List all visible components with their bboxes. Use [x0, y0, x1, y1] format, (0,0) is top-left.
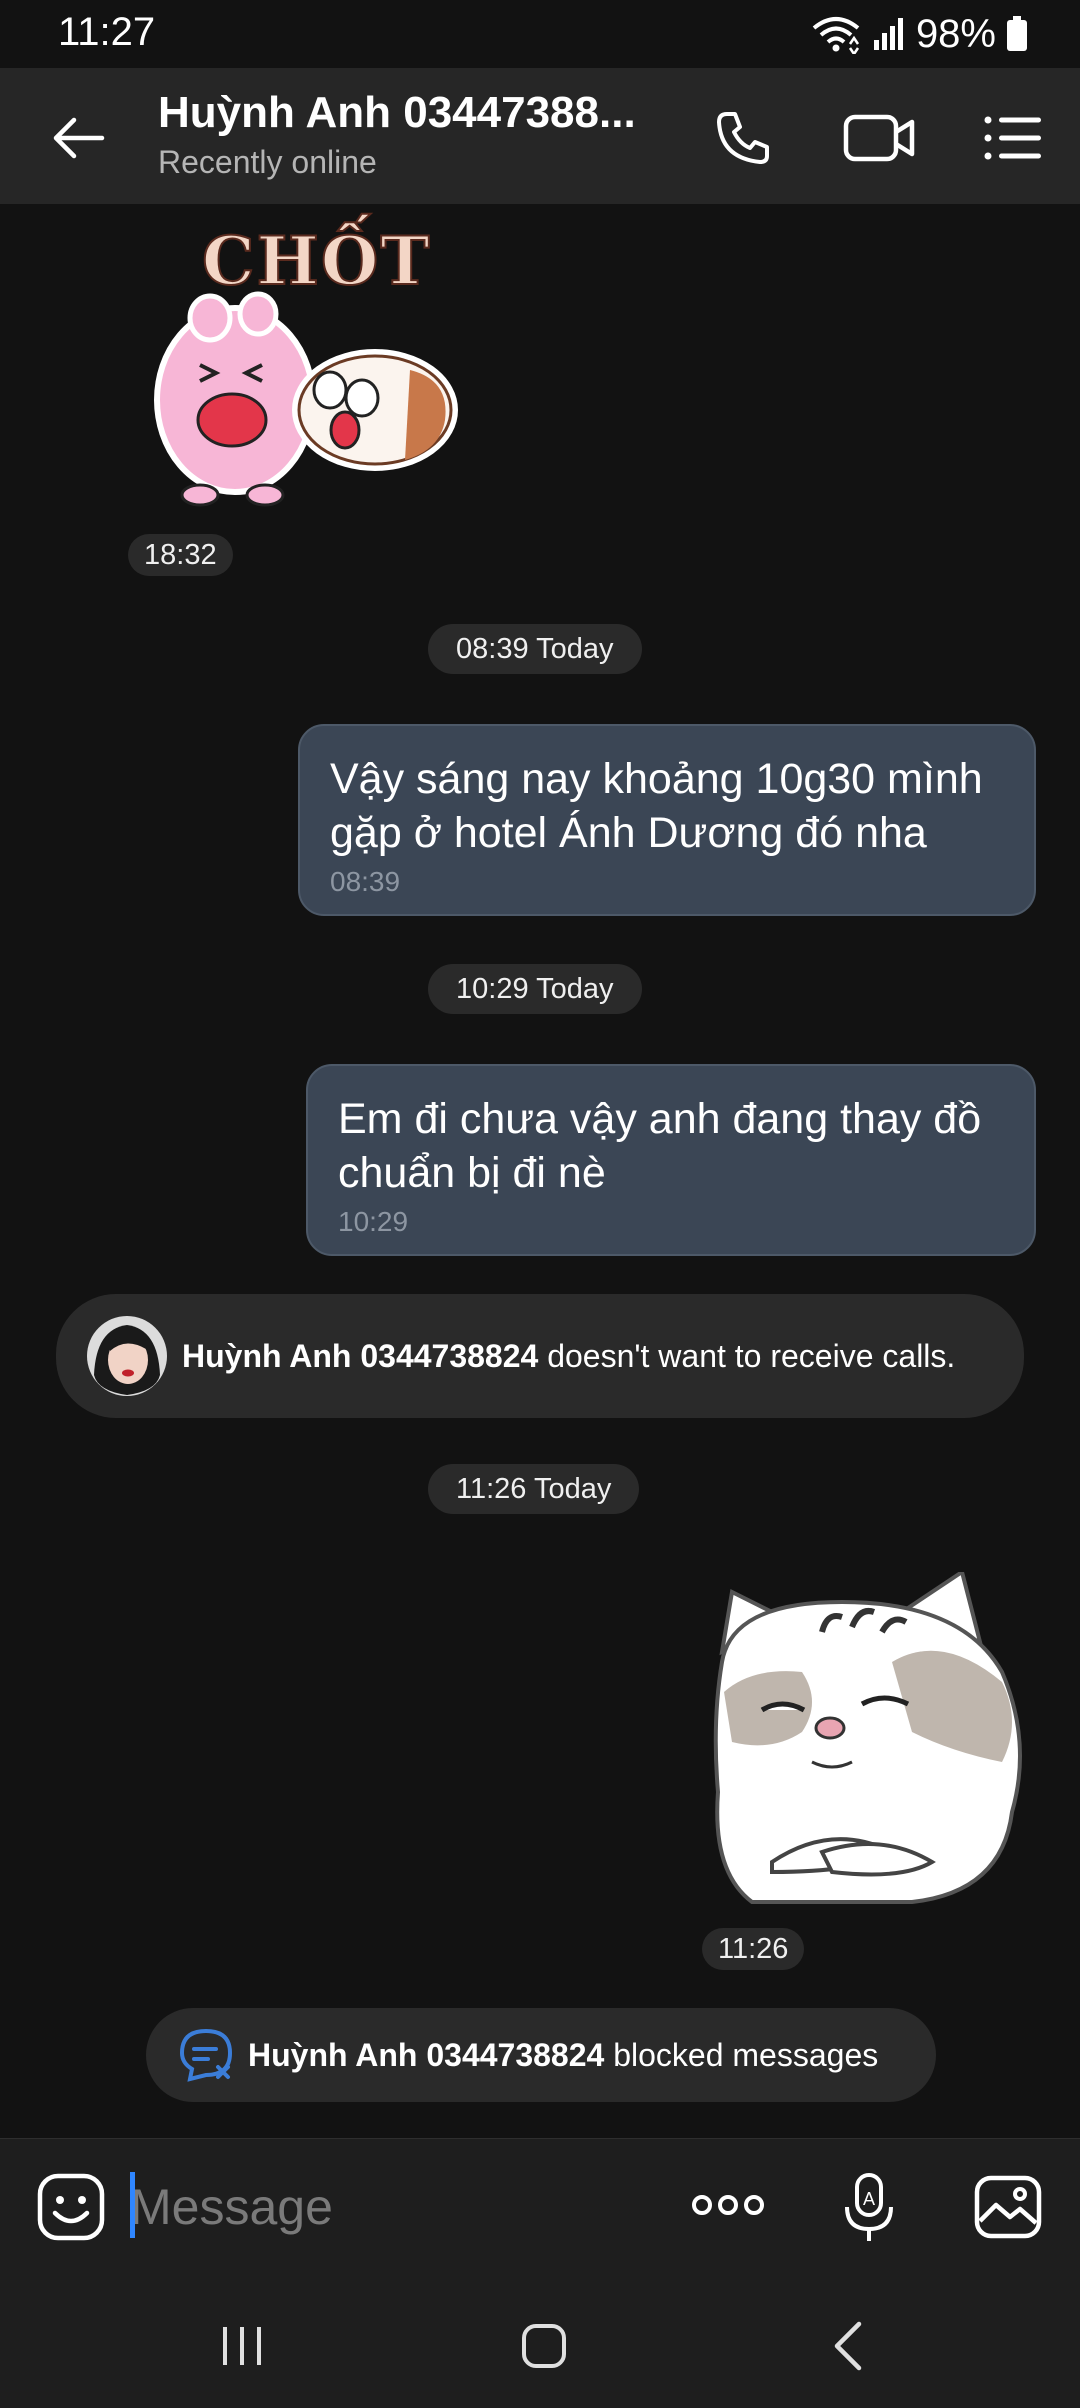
phone-icon [717, 112, 769, 164]
notice-contact-name: Huỳnh Anh 0344738824 [248, 2036, 605, 2073]
message-text: Vậy sáng nay khoảng 10g30 mình gặp ở hot… [330, 755, 983, 857]
call-button[interactable] [706, 104, 780, 172]
voice-icon: A [845, 2173, 893, 2241]
status-icons: 98% [810, 10, 1028, 58]
system-back-icon [834, 2321, 862, 2371]
avatar[interactable] [86, 1315, 168, 1397]
back-arrow-icon [53, 117, 105, 159]
sticker-text: CHỐT [201, 221, 432, 301]
notice-message: doesn't want to receive calls. [547, 1337, 956, 1374]
call-block-notice: Huỳnh Anh 0344738824 doesn't want to rec… [56, 1294, 1024, 1418]
blocked-chat-icon [179, 2028, 233, 2082]
battery-percent: 98% [915, 11, 996, 56]
message-time: 10:29 [338, 1206, 409, 1237]
recent-apps-button[interactable] [200, 2310, 284, 2382]
pink-blob-and-cat-icon [154, 291, 458, 507]
more-options-button[interactable] [686, 2180, 770, 2230]
date-separator: 10:29 Today [428, 964, 642, 1014]
wifi-icon [812, 17, 860, 54]
signal-icon [873, 18, 903, 50]
notice-contact-name: Huỳnh Anh 0344738824 [182, 1337, 539, 1374]
system-back-button[interactable] [806, 2310, 890, 2382]
message-time: 08:39 [330, 866, 401, 897]
video-call-button[interactable] [840, 104, 918, 172]
recent-apps-icon [223, 2327, 261, 2365]
text-caret [130, 2172, 135, 2238]
message-text: Em đi chưa vậy anh đang thay đồ chuẩn bị… [338, 1095, 982, 1197]
contact-status: Recently online [158, 144, 377, 180]
cat-sticker-icon[interactable] [712, 1572, 1038, 1908]
sticker-time: 18:32 [128, 534, 233, 576]
outgoing-message-bubble[interactable]: Vậy sáng nay khoảng 10g30 mình gặp ở hot… [298, 724, 1036, 916]
gallery-icon [974, 2175, 1042, 2239]
menu-list-icon [984, 116, 1041, 160]
svg-text:A: A [863, 2189, 875, 2209]
contact-name[interactable]: Huỳnh Anh 03447388... [158, 88, 636, 138]
outgoing-message-bubble[interactable]: Em đi chưa vậy anh đang thay đồ chuẩn bị… [306, 1064, 1036, 1256]
notice-message: blocked messages [613, 2036, 879, 2073]
home-button[interactable] [502, 2310, 586, 2382]
menu-button[interactable] [978, 104, 1048, 172]
back-button[interactable] [42, 104, 114, 172]
sticker-chot[interactable]: CHỐT [140, 210, 460, 510]
status-time: 11:27 [58, 10, 156, 54]
message-input[interactable] [130, 2172, 650, 2242]
notice-text: Huỳnh Anh 0344738824 doesn't want to rec… [182, 1338, 955, 1375]
emoji-button[interactable] [34, 2170, 108, 2244]
gallery-button[interactable] [972, 2170, 1044, 2244]
home-icon [522, 2324, 566, 2368]
voice-message-button[interactable]: A [838, 2170, 900, 2244]
notice-text: Huỳnh Anh 0344738824 blocked messages [248, 2037, 878, 2074]
date-separator: 11:26 Today [428, 1464, 640, 1514]
date-separator: 08:39 Today [428, 624, 642, 674]
battery-icon [1007, 16, 1027, 51]
video-icon [843, 114, 915, 162]
sticker-time: 11:26 [702, 1928, 805, 1970]
emoji-icon [37, 2173, 105, 2241]
more-icon [692, 2195, 764, 2215]
blocked-messages-notice: Huỳnh Anh 0344738824 blocked messages [146, 2008, 936, 2102]
